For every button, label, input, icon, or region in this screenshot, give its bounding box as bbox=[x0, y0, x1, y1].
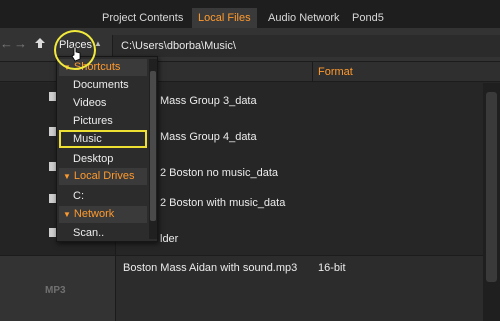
list-item[interactable]: lder bbox=[116, 221, 483, 257]
mp3-thumbnail: MP3 bbox=[0, 256, 116, 321]
list-item[interactable]: Mass Group 4_data bbox=[116, 119, 483, 155]
collapse-triangle-icon: ▼ bbox=[63, 172, 71, 181]
menu-item-documents[interactable]: Documents bbox=[59, 76, 147, 94]
menu-section-network[interactable]: ▼ Network bbox=[59, 206, 147, 223]
collapse-triangle-icon: ▼ bbox=[63, 210, 71, 219]
tab-audio-network[interactable]: Audio Network bbox=[262, 8, 346, 28]
menu-item-desktop[interactable]: Desktop bbox=[59, 150, 147, 168]
list-item[interactable]: Mass Group 3_data bbox=[116, 83, 483, 119]
menu-item-videos[interactable]: Videos bbox=[59, 94, 147, 112]
menu-scrollbar-thumb[interactable] bbox=[150, 71, 156, 221]
collapse-triangle-icon: ▼ bbox=[63, 63, 71, 72]
format-column-header[interactable]: Format bbox=[318, 66, 353, 78]
file-name: 2 Boston no music_data bbox=[160, 167, 279, 179]
column-divider[interactable] bbox=[312, 62, 313, 82]
file-name: Mass Group 4_data bbox=[160, 131, 257, 143]
places-dropdown-arrow-icon[interactable]: ▲ bbox=[94, 39, 102, 48]
tab-pond5[interactable]: Pond5 bbox=[346, 8, 390, 28]
up-folder-icon[interactable] bbox=[34, 37, 46, 52]
tab-local-files[interactable]: Local Files bbox=[192, 8, 257, 28]
menu-item-music[interactable]: Music bbox=[59, 130, 147, 148]
path-field[interactable]: C:\Users\dborba\Music\ bbox=[112, 35, 500, 57]
menu-item-scan[interactable]: Scan.. bbox=[59, 224, 147, 242]
list-item[interactable]: 2 Boston with music_data bbox=[116, 185, 483, 221]
menu-item-pictures[interactable]: Pictures bbox=[59, 112, 147, 130]
file-name: Boston Mass Aidan with sound.mp3 bbox=[123, 262, 298, 274]
mp3-thumbnail-label: MP3 bbox=[45, 285, 66, 296]
file-name: 2 Boston with music_data bbox=[160, 197, 286, 209]
file-name: Mass Group 3_data bbox=[160, 95, 257, 107]
menu-section-local-drives[interactable]: ▼ Local Drives bbox=[59, 168, 147, 185]
scrollbar-thumb[interactable] bbox=[486, 92, 497, 282]
file-format: 16-bit bbox=[318, 262, 346, 274]
list-item-mp3[interactable]: MP3 Boston Mass Aidan with sound.mp3 16-… bbox=[0, 255, 483, 321]
hand-cursor-icon bbox=[71, 46, 81, 62]
forward-arrow-icon[interactable]: → bbox=[14, 37, 27, 51]
tab-bar: Project Contents Local Files Audio Netwo… bbox=[0, 0, 500, 28]
tab-project-contents[interactable]: Project Contents bbox=[96, 8, 189, 28]
back-arrow-icon[interactable]: ← bbox=[0, 37, 13, 51]
file-name: lder bbox=[160, 233, 179, 245]
places-menu: ▼ Shortcuts Documents Videos Pictures Mus… bbox=[56, 56, 158, 242]
menu-item-drive-c[interactable]: C: bbox=[59, 187, 147, 205]
